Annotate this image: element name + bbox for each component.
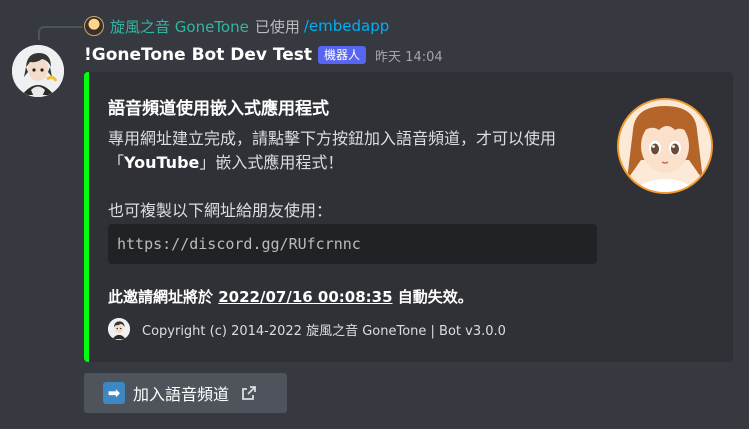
external-link-icon [241, 385, 257, 401]
message-author[interactable]: !GoneTone Bot Dev Test [84, 45, 312, 65]
expire-timestamp[interactable]: 2022/07/16 00:08:35 [218, 288, 392, 306]
desc-line-3: 也可複製以下網址給朋友使用： [108, 201, 333, 220]
reply-command[interactable]: /embedapp [304, 17, 389, 35]
join-voice-channel-button[interactable]: ➡ 加入語音頻道 [84, 373, 287, 413]
desc-line-2: 「YouTube」嵌入式應用程式！ [108, 151, 608, 175]
avatar[interactable] [12, 45, 64, 97]
anime-character-illustration [619, 100, 711, 192]
message-timestamp[interactable]: 昨天 14:04 [375, 46, 443, 65]
embed-card: 語音頻道使用嵌入式應用程式 專用網址建立完成，請點擊下方按鈕加入語音頻道，才可以… [84, 72, 733, 362]
arrow-right-emoji-icon: ➡ [103, 382, 125, 404]
desc-spacer [108, 175, 608, 199]
quote-close-rest: 」嵌入式應用程式！ [199, 153, 344, 172]
expire-prefix: 此邀請網址將於 [108, 288, 219, 306]
reply-used-text: 已使用 [254, 17, 300, 36]
join-voice-channel-label: 加入語音頻道 [133, 385, 230, 404]
reply-author[interactable]: 旋風之音 GoneTone [110, 16, 249, 37]
reply-avatar[interactable] [84, 16, 104, 36]
embed-footer: Copyright (c) 2014-2022 旋風之音 GoneTone | … [108, 318, 506, 340]
expire-notice: 此邀請網址將於 2022/07/16 00:08:35 自動失效。 [108, 286, 473, 307]
desc-line-1: 專用網址建立完成，請點擊下方按鈕加入語音頻道，才可以使用 [108, 129, 557, 148]
footer-avatar-illustration [108, 318, 130, 340]
embed-thumbnail[interactable] [617, 98, 713, 194]
expire-suffix: 自動失效。 [392, 288, 473, 306]
embed-description: 專用網址建立完成，請點擊下方按鈕加入語音頻道，才可以使用 「YouTube」嵌入… [108, 127, 608, 223]
footer-icon [108, 318, 130, 340]
invite-url-code[interactable]: https://discord.gg/RUfcrnnc [108, 224, 597, 264]
reply-connector [38, 26, 82, 40]
embed-title: 語音頻道使用嵌入式應用程式 [108, 99, 329, 119]
bot-avatar-illustration [12, 45, 64, 97]
quote-open: 「 [108, 153, 125, 172]
app-name: YouTube [124, 153, 200, 172]
message-header: !GoneTone Bot Dev Test 機器人 昨天 14:04 [84, 45, 443, 65]
bot-tag: 機器人 [318, 46, 367, 64]
footer-text: Copyright (c) 2014-2022 旋風之音 GoneTone | … [142, 323, 506, 339]
reply-context[interactable]: 旋風之音 GoneTone 已使用 /embedapp [84, 15, 389, 37]
